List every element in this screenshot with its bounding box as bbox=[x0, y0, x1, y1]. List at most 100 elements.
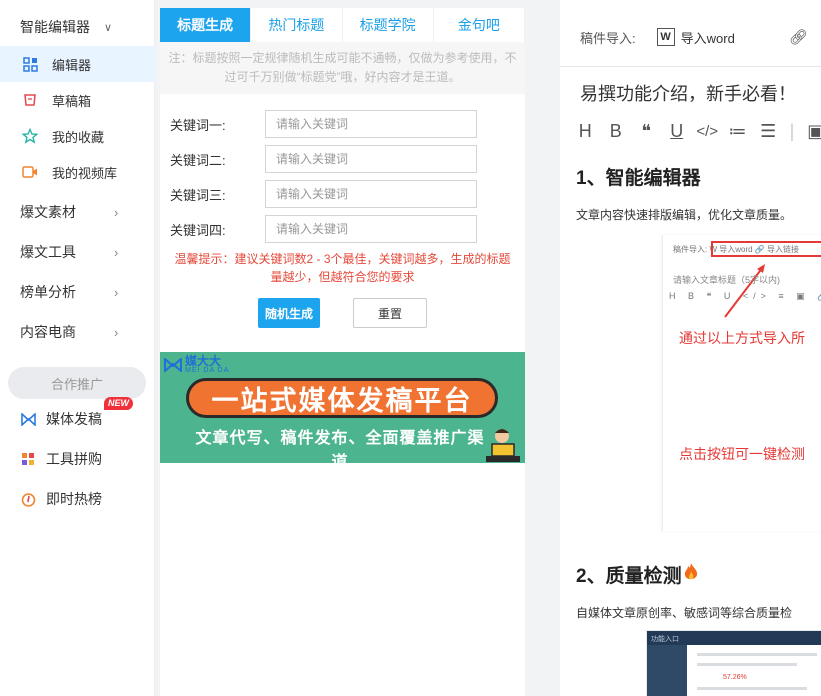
article-title-input[interactable]: 易撰功能介绍，新手必看！ bbox=[580, 80, 796, 106]
random-generate-button[interactable]: 随机生成 bbox=[258, 298, 320, 328]
red-arrow-icon bbox=[724, 264, 765, 318]
sidebar-item-label: 我的收藏 bbox=[52, 129, 105, 145]
toolbar-divider: | bbox=[789, 120, 795, 141]
tab-bar: 标题生成 热门标题 标题学院 金句吧 bbox=[160, 8, 525, 42]
keyword-label: 关键词三: bbox=[170, 187, 226, 203]
keyword-input-1[interactable] bbox=[265, 110, 477, 138]
keyword-label: 关键词二: bbox=[170, 152, 226, 168]
new-badge: NEW bbox=[104, 397, 133, 410]
shot-line bbox=[697, 687, 807, 690]
sidebar-item-media-publish[interactable]: 媒体发稿 NEW bbox=[0, 397, 155, 437]
quality-check-screenshot: 功能入口 57.26% bbox=[646, 630, 821, 696]
banner-subline: 文章代写、稿件发布、全面覆盖推广渠道 bbox=[195, 430, 485, 463]
import-word-button[interactable]: 导入word bbox=[681, 28, 735, 47]
shot-callout-1: 通过以上方式导入所 bbox=[679, 330, 805, 346]
section-heading-2: 2、质量检测 bbox=[576, 561, 699, 588]
quote-icon[interactable]: ❝ bbox=[631, 121, 661, 142]
sidebar-item-label: 编辑器 bbox=[52, 57, 92, 73]
import-bar: 稿件导入: W 导入word 🔗︎ bbox=[560, 18, 821, 56]
sidebar-group-tools[interactable]: 爆文工具 › bbox=[0, 234, 155, 270]
link-icon[interactable]: 🔗︎ bbox=[789, 28, 808, 46]
sidebar-item-favorites[interactable]: 我的收藏 bbox=[0, 118, 155, 154]
sidebar-item-label: 我的视频库 bbox=[52, 165, 118, 181]
sidebar-item-videos[interactable]: 我的视频库 bbox=[0, 154, 155, 190]
reset-button[interactable]: 重置 bbox=[353, 298, 427, 328]
app-root: 智能编辑器 ∨ 编辑器 草稿箱 我的收藏 我的视频库 爆文素材 › 爆文工具 ›… bbox=[0, 0, 821, 696]
reading-person-icon bbox=[486, 429, 520, 462]
keyword-tip: 温馨提示：建议关键词数2 - 3个最佳，关键词越多，生成的标题量越少，但越符合您… bbox=[174, 252, 511, 284]
tab-title-generate[interactable]: 标题生成 bbox=[160, 8, 252, 42]
sidebar-head-editor[interactable]: 智能编辑器 ∨ bbox=[0, 12, 155, 42]
shot-toolbar: H B ❝ U </> ≡ ▣ 🔗 bbox=[669, 291, 821, 301]
usage-note: 注：标题按照一定规律随机生成可能不通畅，仅做为参考使用，不过可千万别做“标题党”… bbox=[160, 42, 525, 94]
shot-score: 57.26% bbox=[723, 674, 747, 681]
bold-icon[interactable]: B bbox=[600, 121, 630, 142]
sidebar: 智能编辑器 ∨ 编辑器 草稿箱 我的收藏 我的视频库 爆文素材 › 爆文工具 ›… bbox=[0, 0, 155, 696]
sidebar-group-label: 内容电商 bbox=[20, 324, 76, 340]
banner-headline: 一站式媒体发稿平台 bbox=[186, 378, 498, 418]
keyword-input-2[interactable] bbox=[265, 145, 477, 173]
ordered-list-icon[interactable]: ≔ bbox=[722, 121, 752, 142]
word-icon[interactable]: W bbox=[656, 28, 675, 46]
keyword-row-1: 关键词一: bbox=[170, 110, 490, 138]
tab-golden-sentences[interactable]: 金句吧 bbox=[433, 8, 525, 42]
keyword-label: 关键词一: bbox=[170, 117, 226, 133]
sidebar-item-editor[interactable]: 编辑器 bbox=[0, 46, 155, 82]
banner-logo-sub: MEI DA DA bbox=[185, 367, 230, 374]
keyword-label: 关键词四: bbox=[170, 222, 226, 238]
draft-icon bbox=[22, 92, 38, 108]
sidebar-item-label: 即时热榜 bbox=[46, 491, 102, 507]
image-icon[interactable]: ▣ bbox=[801, 121, 821, 142]
keyword-row-4: 关键词四: bbox=[170, 215, 490, 243]
chevron-right-icon: › bbox=[114, 284, 119, 300]
banner-logo-text: 媒大大 bbox=[185, 354, 222, 368]
sidebar-item-hot-list[interactable]: 即时热榜 bbox=[0, 481, 155, 517]
tab-title-academy[interactable]: 标题学院 bbox=[342, 8, 434, 42]
hot-icon bbox=[20, 491, 36, 507]
underline-icon[interactable]: U bbox=[661, 121, 691, 142]
keyword-input-3[interactable] bbox=[265, 180, 477, 208]
sidebar-group-label: 爆文素材 bbox=[20, 204, 76, 220]
ad-banner[interactable]: 媒大大 MEI DA DA 一站式媒体发稿平台 文章代写、稿件发布、全面覆盖推广… bbox=[160, 352, 525, 463]
shot-line bbox=[697, 663, 797, 666]
section-heading-1: 1、智能编辑器 bbox=[576, 168, 701, 189]
section-text-2: 自媒体文章原创率、敏感词等综合质量检 bbox=[576, 606, 793, 620]
sidebar-item-drafts[interactable]: 草稿箱 bbox=[0, 82, 155, 118]
section-text-1: 文章内容快速排版编辑，优化文章质量。 bbox=[576, 208, 793, 222]
sidebar-group-rankings[interactable]: 榜单分析 › bbox=[0, 274, 155, 310]
shot-line bbox=[697, 653, 817, 656]
star-icon bbox=[22, 128, 38, 144]
sidebar-item-label: 草稿箱 bbox=[52, 93, 92, 109]
sidebar-group-label: 爆文工具 bbox=[20, 244, 76, 260]
fire-icon bbox=[683, 562, 699, 588]
highlight-box bbox=[711, 241, 821, 257]
editor-screenshot-image: 稿件导入: W 导入word 🔗 导入链接 请输入文章标题（5字以内) H B … bbox=[662, 235, 821, 531]
sidebar-item-tools-group-buy[interactable]: 工具拼购 bbox=[0, 441, 155, 477]
keyword-row-2: 关键词二: bbox=[170, 145, 490, 173]
title-generator-panel: 标题生成 热门标题 标题学院 金句吧 注：标题按照一定规律随机生成可能不通畅，仅… bbox=[160, 8, 525, 696]
keyword-row-3: 关键词三: bbox=[170, 180, 490, 208]
brand-logo-icon bbox=[164, 358, 182, 372]
chevron-right-icon: › bbox=[114, 324, 119, 340]
sidebar-head-label: 智能编辑器 bbox=[20, 19, 90, 35]
code-icon[interactable]: </> bbox=[692, 123, 722, 140]
sidebar-item-label: 工具拼购 bbox=[46, 451, 102, 467]
shot-callout-2: 点击按钮可一键检测 bbox=[679, 446, 805, 462]
sidebar-group-ecommerce[interactable]: 内容电商 › bbox=[0, 314, 155, 350]
section-heading-2-text: 2、质量检测 bbox=[576, 566, 682, 587]
divider bbox=[560, 66, 821, 67]
video-icon bbox=[22, 164, 38, 180]
promo-section-label: 合作推广 bbox=[8, 367, 146, 399]
tools-icon bbox=[20, 451, 36, 467]
tab-hot-titles[interactable]: 热门标题 bbox=[251, 8, 343, 42]
chevron-right-icon: › bbox=[114, 204, 119, 220]
format-toolbar: H B ❝ U </> ≔ ☰ | ▣ bbox=[570, 118, 821, 144]
keyword-input-4[interactable] bbox=[265, 215, 477, 243]
sidebar-group-materials[interactable]: 爆文素材 › bbox=[0, 194, 155, 230]
banner-logo: 媒大大 MEI DA DA bbox=[164, 354, 230, 374]
shot-tab-label: 功能入口 bbox=[651, 636, 679, 643]
heading-icon[interactable]: H bbox=[570, 121, 600, 142]
import-label: 稿件导入: bbox=[580, 30, 636, 46]
unordered-list-icon[interactable]: ☰ bbox=[753, 121, 783, 142]
grid-icon bbox=[22, 56, 38, 72]
